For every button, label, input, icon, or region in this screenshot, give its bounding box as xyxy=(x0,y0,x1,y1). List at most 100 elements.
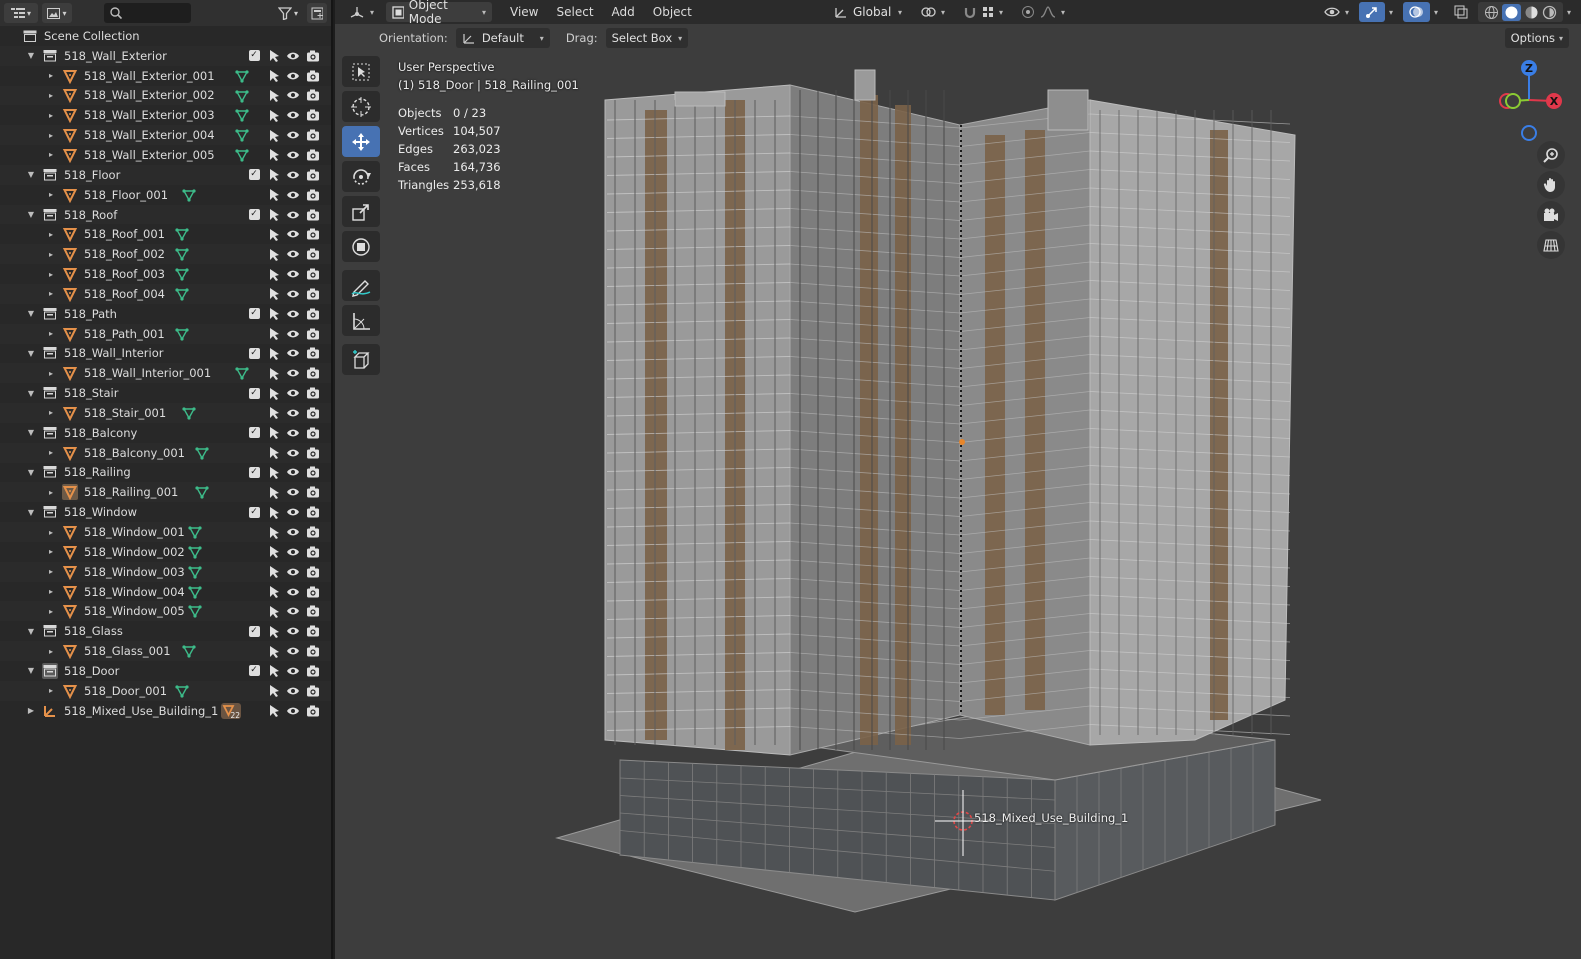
scene-collection-row[interactable]: Scene Collection xyxy=(0,26,331,46)
outliner-row[interactable]: ▸ 518_Wall_Exterior_002 xyxy=(0,85,331,106)
expand-toggle-icon[interactable]: ▼ xyxy=(26,508,36,517)
navigation-gizmo[interactable]: Z X xyxy=(1493,58,1565,144)
outliner-row[interactable]: ▸ 518_Wall_Exterior_004 xyxy=(0,125,331,146)
measure-tool[interactable] xyxy=(342,305,380,336)
mesh-data-icon[interactable] xyxy=(188,585,202,599)
menu-object[interactable]: Object xyxy=(647,5,698,19)
eye-icon[interactable] xyxy=(286,247,300,261)
y-axis-handle[interactable] xyxy=(1505,93,1521,109)
exclude-checkbox[interactable]: ✓ xyxy=(247,49,261,63)
render-camera-icon[interactable] xyxy=(306,327,320,341)
expand-arrow-icon[interactable]: ▸ xyxy=(46,111,56,120)
eye-icon[interactable] xyxy=(286,287,300,301)
expand-arrow-icon[interactable]: ▸ xyxy=(46,448,56,457)
render-camera-icon[interactable] xyxy=(306,525,320,539)
zoom-button[interactable] xyxy=(1537,141,1565,169)
children-count-icon[interactable]: 22 xyxy=(221,702,241,720)
move-tool[interactable] xyxy=(342,126,380,157)
selectable-arrow-icon[interactable] xyxy=(267,426,281,440)
exclude-checkbox[interactable]: ✓ xyxy=(247,346,261,360)
render-camera-icon[interactable] xyxy=(306,227,320,241)
exclude-checkbox[interactable]: ✓ xyxy=(247,664,261,678)
mesh-data-icon[interactable] xyxy=(182,644,196,658)
selectable-arrow-icon[interactable] xyxy=(267,346,281,360)
selectable-arrow-icon[interactable] xyxy=(267,148,281,162)
mesh-data-icon[interactable] xyxy=(175,227,189,242)
expand-arrow-icon[interactable]: ▸ xyxy=(46,607,56,616)
exclude-checkbox[interactable]: ✓ xyxy=(247,386,261,400)
outliner-row[interactable]: ▸ 518_Wall_Exterior_001 xyxy=(0,66,331,86)
camera-view-button[interactable] xyxy=(1537,201,1565,229)
outliner-row[interactable]: ▼ 518_Door ✓ xyxy=(0,661,331,681)
viewport-editor-type-button[interactable]: ▾ xyxy=(343,2,380,22)
render-camera-icon[interactable] xyxy=(306,446,320,460)
eye-icon[interactable] xyxy=(286,267,300,281)
render-camera-icon[interactable] xyxy=(306,505,320,519)
eye-icon[interactable] xyxy=(286,644,300,658)
eye-icon[interactable] xyxy=(286,188,300,202)
expand-arrow-icon[interactable]: ▸ xyxy=(46,91,56,100)
transform-orientation-dropdown[interactable]: Global ▾ xyxy=(828,2,908,22)
selectable-arrow-icon[interactable] xyxy=(267,704,281,718)
add-cube-tool[interactable] xyxy=(342,344,380,375)
eye-icon[interactable] xyxy=(286,386,300,400)
eye-icon[interactable] xyxy=(286,227,300,241)
render-camera-icon[interactable] xyxy=(306,49,320,63)
outliner-row[interactable]: ▼ 518_Wall_Interior ✓ xyxy=(0,344,331,364)
outliner-search-input[interactable] xyxy=(104,3,191,23)
render-camera-icon[interactable] xyxy=(306,624,320,638)
selectable-arrow-icon[interactable] xyxy=(267,525,281,539)
3d-viewport[interactable]: ▾ Object Mode ▾ View Select Add Object G… xyxy=(335,0,1581,959)
mesh-data-icon[interactable] xyxy=(182,406,196,420)
expand-toggle-icon[interactable]: ▼ xyxy=(26,666,36,675)
mesh-data-icon[interactable] xyxy=(188,545,202,559)
scale-tool[interactable] xyxy=(342,196,380,227)
outliner-row[interactable]: ▼ 518_Railing ✓ xyxy=(0,463,331,483)
expand-arrow-icon[interactable]: ▸ xyxy=(46,230,56,239)
outliner-row[interactable]: ▶ 518_Mixed_Use_Building_1 22 xyxy=(0,701,331,721)
mesh-data-icon[interactable] xyxy=(195,485,209,500)
expand-arrow-icon[interactable]: ▸ xyxy=(46,686,56,695)
expand-toggle-icon[interactable]: ▼ xyxy=(26,428,36,437)
render-camera-icon[interactable] xyxy=(306,307,320,321)
outliner-row[interactable]: ▸ 518_Balcony_001 xyxy=(0,442,331,463)
outliner-row[interactable]: ▸ 518_Window_002 xyxy=(0,542,331,562)
eye-icon[interactable] xyxy=(286,585,300,599)
visibility-dropdown[interactable]: ▾ xyxy=(1318,2,1355,22)
render-camera-icon[interactable] xyxy=(306,247,320,261)
menu-add[interactable]: Add xyxy=(606,5,641,19)
expand-arrow-icon[interactable]: ▸ xyxy=(46,150,56,159)
selectable-arrow-icon[interactable] xyxy=(267,624,281,638)
wireframe-shading-icon[interactable] xyxy=(1484,5,1499,20)
outliner-row[interactable]: ▸ 518_Roof_004 xyxy=(0,283,331,304)
eye-icon[interactable] xyxy=(286,168,300,182)
expand-toggle-icon[interactable]: ▼ xyxy=(26,468,36,477)
menu-select[interactable]: Select xyxy=(551,5,600,19)
outliner-row[interactable]: ▼ 518_Wall_Exterior ✓ xyxy=(0,45,331,66)
render-camera-icon[interactable] xyxy=(306,108,320,122)
mesh-data-icon[interactable] xyxy=(188,525,202,539)
expand-toggle-icon[interactable]: ▼ xyxy=(26,51,36,60)
render-camera-icon[interactable] xyxy=(306,485,320,499)
filter-button[interactable]: ▾ xyxy=(273,3,303,23)
exclude-checkbox[interactable]: ✓ xyxy=(247,624,261,638)
render-camera-icon[interactable] xyxy=(306,267,320,281)
selectable-arrow-icon[interactable] xyxy=(267,406,281,420)
eye-icon[interactable] xyxy=(286,465,300,479)
selectable-arrow-icon[interactable] xyxy=(267,69,281,83)
pan-button[interactable] xyxy=(1537,171,1565,199)
solid-shading-button[interactable] xyxy=(1501,3,1521,21)
outliner-row[interactable]: ▸ 518_Door_001 xyxy=(0,680,331,701)
selectable-arrow-icon[interactable] xyxy=(267,545,281,559)
selectable-arrow-icon[interactable] xyxy=(267,208,281,222)
selectable-arrow-icon[interactable] xyxy=(267,227,281,241)
selectable-arrow-icon[interactable] xyxy=(267,684,281,698)
selectable-arrow-icon[interactable] xyxy=(267,307,281,321)
exclude-checkbox[interactable]: ✓ xyxy=(247,465,261,479)
new-collection-button[interactable] xyxy=(307,3,327,23)
expand-arrow-icon[interactable]: ▸ xyxy=(46,488,56,497)
selectable-arrow-icon[interactable] xyxy=(267,168,281,182)
render-camera-icon[interactable] xyxy=(306,465,320,479)
exclude-checkbox[interactable]: ✓ xyxy=(247,426,261,440)
eye-icon[interactable] xyxy=(286,505,300,519)
